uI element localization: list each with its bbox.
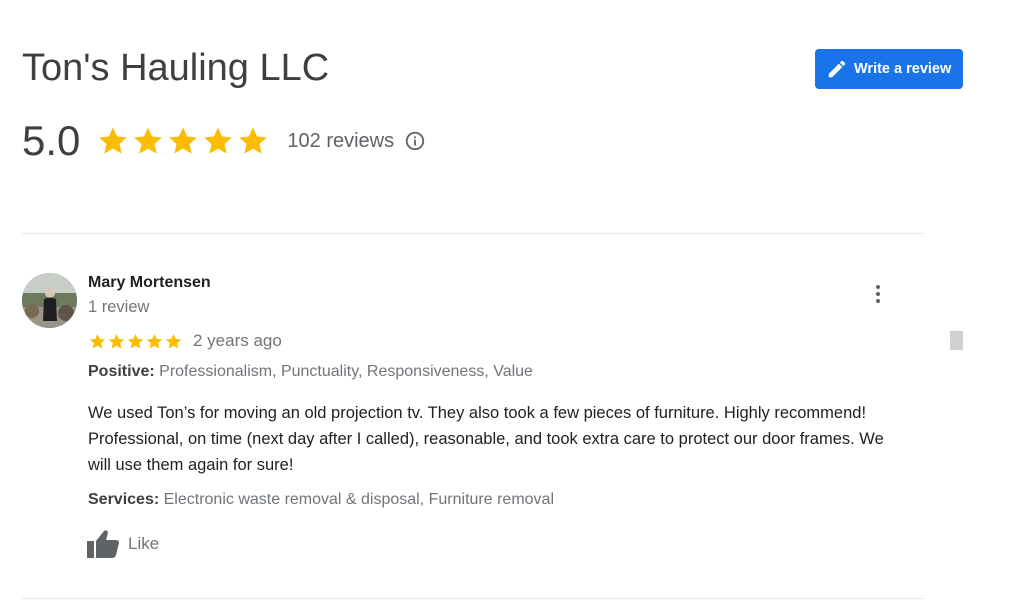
like-label: Like (128, 534, 160, 553)
rating-summary: 5.0 102 reviews (22, 115, 426, 167)
business-name: Ton's Hauling LLC (22, 47, 330, 89)
review-count: 102 reviews (287, 129, 395, 152)
review-text: We used Ton’s for moving an old projecti… (88, 404, 884, 474)
section-divider (22, 233, 924, 234)
star-icon (99, 127, 128, 154)
review-rating: 2 years ago (88, 328, 282, 354)
rating-stars (96, 124, 270, 158)
like-button[interactable]: Like (86, 528, 159, 560)
services-value: Electronic waste removal & disposal, Fur… (163, 491, 554, 508)
review-date: 2 years ago (193, 331, 282, 350)
reviewer-name[interactable]: Mary Mortensen (88, 274, 211, 292)
star-icon (165, 333, 182, 349)
star-icon (204, 127, 233, 154)
reviewer-review-count: 1 review (88, 298, 150, 316)
thumbs-up-icon (86, 529, 120, 559)
write-review-button[interactable]: Write a review (815, 49, 963, 89)
star-icon (127, 333, 144, 349)
star-icon (108, 333, 125, 349)
services-attributes: Services: Electronic waste removal & dis… (88, 491, 554, 509)
positive-value: Professionalism, Punctuality, Responsive… (159, 363, 533, 380)
average-rating: 5.0 (22, 117, 81, 164)
more-vert-icon[interactable] (866, 282, 890, 306)
star-icon (239, 127, 268, 154)
star-icon (169, 127, 198, 154)
star-icon (146, 333, 163, 349)
star-icon (89, 333, 106, 349)
pencil-icon (826, 58, 848, 80)
write-review-label: Write a review (854, 61, 952, 77)
info-icon[interactable] (404, 130, 426, 152)
review-stars (88, 332, 183, 351)
star-icon (134, 127, 163, 154)
positive-label: Positive: (88, 363, 155, 380)
services-label: Services: (88, 491, 160, 508)
positive-attributes: Positive: Professionalism, Punctuality, … (88, 363, 533, 381)
section-divider (22, 598, 924, 599)
scrollbar-thumb[interactable] (950, 331, 963, 350)
avatar[interactable] (22, 273, 77, 328)
